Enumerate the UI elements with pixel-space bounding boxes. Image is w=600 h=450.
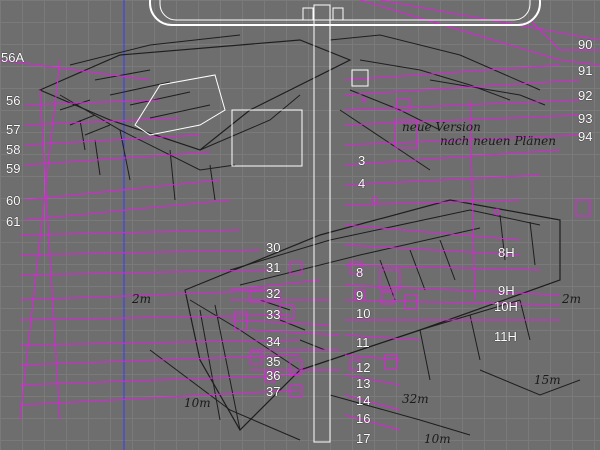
marker-label-61: 61 bbox=[6, 214, 21, 229]
selected-roof-outline[interactable] bbox=[134, 74, 226, 136]
marker-label-33: 33 bbox=[266, 307, 281, 322]
marker-label-11: 11 bbox=[356, 335, 370, 350]
marker-label-17: 17 bbox=[356, 431, 371, 446]
marker-label-11h: 11H bbox=[494, 329, 517, 344]
dimension-note-bottom-mid: 32m bbox=[402, 392, 429, 406]
marker-label-91: 91 bbox=[578, 63, 593, 78]
marker-label-59: 59 bbox=[6, 161, 21, 176]
selected-building-frame[interactable] bbox=[231, 109, 303, 167]
marker-label-14: 14 bbox=[356, 393, 371, 408]
marker-label-12: 12 bbox=[356, 360, 371, 375]
handwritten-note-version: neue Version bbox=[402, 120, 481, 134]
marker-label-13: 13 bbox=[356, 376, 371, 391]
marker-label-94: 94 bbox=[578, 129, 593, 144]
marker-label-3: 3 bbox=[358, 153, 366, 168]
dimension-note-left: 2m bbox=[132, 292, 152, 306]
marker-label-60: 60 bbox=[6, 193, 21, 208]
marker-label-8h: 8H bbox=[498, 245, 515, 260]
marker-label-57: 57 bbox=[6, 122, 21, 137]
marker-label-56: 56 bbox=[6, 93, 21, 108]
handwritten-note-plans: nach neuen Plänen bbox=[440, 134, 556, 148]
marker-label-16: 16 bbox=[356, 411, 371, 426]
marker-label-10h: 10H bbox=[494, 299, 518, 314]
marker-label-93: 93 bbox=[578, 111, 593, 126]
dimension-note-right: 2m bbox=[562, 292, 582, 306]
marker-label-8: 8 bbox=[356, 265, 364, 280]
marker-label-36: 36 bbox=[266, 368, 281, 383]
marker-label-4: 4 bbox=[358, 176, 366, 191]
dimension-note-bottom: 10m bbox=[424, 432, 451, 446]
sketch-building-upper bbox=[38, 34, 546, 201]
marker-label-10: 10 bbox=[356, 306, 371, 321]
sketch-canvas-viewport[interactable]: 56A 56 57 58 59 60 61 90 91 92 93 94 3 4… bbox=[0, 0, 600, 450]
marker-label-56a: 56A bbox=[1, 50, 25, 65]
dimension-note-bottom-left: 10m bbox=[184, 396, 211, 410]
magenta-guide-lines bbox=[0, 0, 600, 431]
marker-label-90: 90 bbox=[578, 37, 593, 52]
marker-label-37: 37 bbox=[266, 384, 281, 399]
dimension-note-bottom-right: 15m bbox=[534, 373, 561, 387]
marker-label-34: 34 bbox=[266, 334, 281, 349]
marker-label-58: 58 bbox=[6, 142, 21, 157]
marker-label-92: 92 bbox=[578, 88, 593, 103]
marker-label-9h: 9H bbox=[498, 283, 515, 298]
marker-label-9: 9 bbox=[356, 288, 364, 303]
marker-label-35: 35 bbox=[266, 354, 281, 369]
marker-label-32: 32 bbox=[266, 286, 281, 301]
track-outline[interactable] bbox=[149, 0, 541, 26]
marker-label-30: 30 bbox=[266, 240, 281, 255]
sketch-overlay bbox=[0, 0, 600, 450]
marker-label-31: 31 bbox=[266, 260, 281, 275]
